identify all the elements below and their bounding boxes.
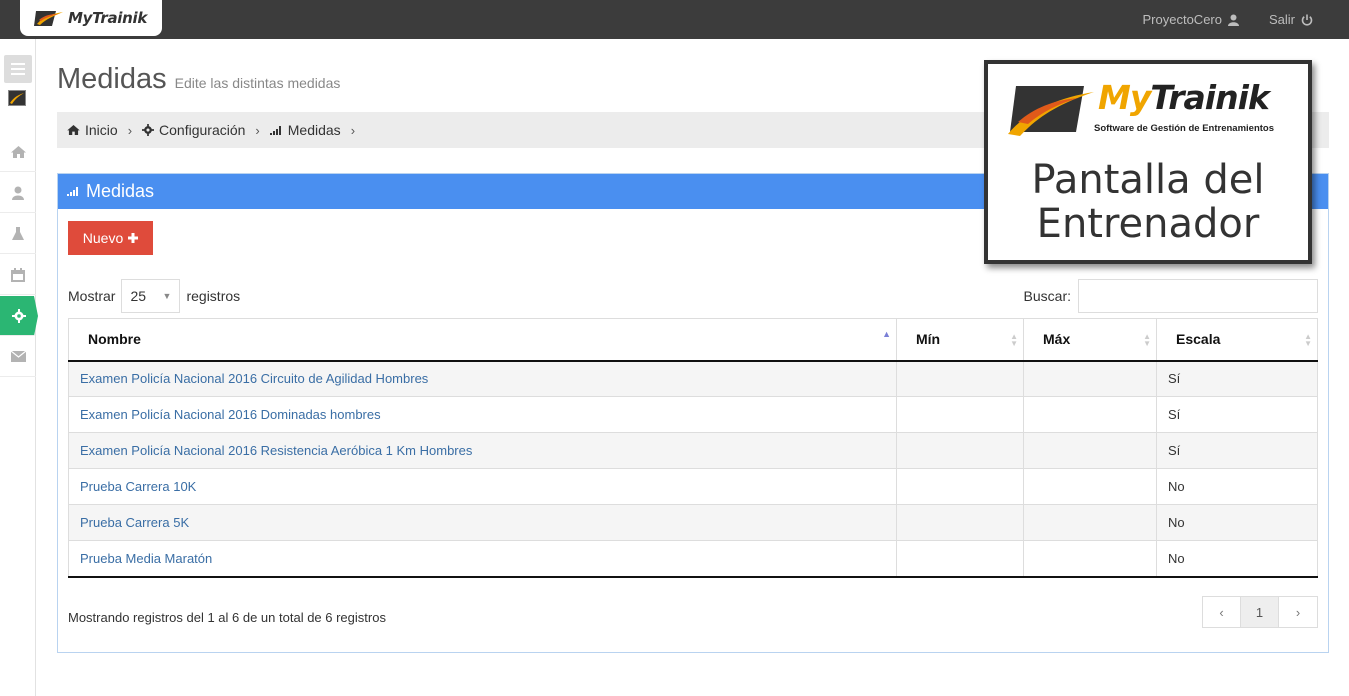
min-cell xyxy=(896,360,1024,397)
user-icon xyxy=(1227,14,1239,26)
page-subtitle: Edite las distintas medidas xyxy=(174,75,341,91)
min-cell xyxy=(896,396,1024,433)
mytrainik-logo-icon xyxy=(1008,86,1094,136)
signal-bars-icon xyxy=(269,125,281,135)
page-length-select[interactable]: 25 ▼ xyxy=(121,279,181,313)
calendar-icon xyxy=(11,267,25,282)
previous-page-button[interactable]: ‹ xyxy=(1203,597,1241,627)
logout-link[interactable]: Salir xyxy=(1269,12,1313,27)
search-control: Buscar: xyxy=(1024,279,1318,313)
sidebar-item-tests[interactable] xyxy=(0,214,36,254)
sidebar-logo-icon xyxy=(8,90,26,106)
top-bar: MyTrainik ProyectoCero Salir xyxy=(0,0,1349,39)
page-title: Medidas xyxy=(57,63,167,95)
show-label: Mostrar xyxy=(68,288,116,304)
flask-icon xyxy=(12,226,24,240)
column-header-max[interactable]: Máx ▲ ▼ xyxy=(1023,318,1157,362)
logout-label: Salir xyxy=(1268,12,1295,27)
power-icon xyxy=(1301,14,1313,26)
sidebar-item-calendar[interactable] xyxy=(0,255,36,295)
table-row: Examen Policía Nacional 2016 Circuito de… xyxy=(68,360,1318,397)
overlay-title: Pantalla del Entrenador xyxy=(1031,157,1265,247)
records-label: registros xyxy=(186,288,241,304)
search-label: Buscar: xyxy=(1023,288,1071,304)
measure-link[interactable]: Prueba Media Maratón xyxy=(80,551,212,566)
breadcrumb-separator: › xyxy=(350,122,356,138)
promo-overlay: MyTrainik Software de Gestión de Entrena… xyxy=(984,60,1312,264)
sidebar xyxy=(0,39,38,696)
page-button-1[interactable]: 1 xyxy=(1241,597,1279,627)
measure-link[interactable]: Examen Policía Nacional 2016 Dominadas h… xyxy=(80,407,381,422)
column-header-min[interactable]: Mín ▲ ▼ xyxy=(896,318,1024,362)
overlay-tagline: Software de Gestión de Entrenamientos xyxy=(1094,123,1275,134)
measure-link[interactable]: Examen Policía Nacional 2016 Circuito de… xyxy=(80,371,428,386)
max-cell xyxy=(1023,540,1157,578)
page-length-control: Mostrar 25 ▼ registros xyxy=(68,279,240,313)
pagination: ‹ 1 › xyxy=(1202,596,1318,628)
sidebar-item-messages[interactable] xyxy=(0,337,36,377)
sort-icon: ▲ ▼ xyxy=(1010,332,1018,348)
measures-table: Nombre ▲ Mín ▲ ▼ Máx ▲ ▼ Escala ▲ ▼ Exam… xyxy=(68,318,1318,578)
sort-ascending-icon: ▲ xyxy=(882,329,891,339)
logo-text: MyTrainik xyxy=(68,9,148,27)
user-name: ProyectoCero xyxy=(1142,12,1222,27)
measure-link[interactable]: Prueba Carrera 10K xyxy=(80,479,196,494)
scale-cell: Sí xyxy=(1156,432,1318,469)
plus-icon xyxy=(128,233,139,243)
scale-cell: No xyxy=(1156,540,1318,578)
table-row: Examen Policía Nacional 2016 Dominadas h… xyxy=(68,396,1318,433)
new-button[interactable]: Nuevo xyxy=(68,221,153,255)
app-logo[interactable]: MyTrainik xyxy=(20,0,162,36)
chevron-down-icon: ▼ xyxy=(162,291,172,301)
table-row: Prueba Carrera 5K No xyxy=(68,504,1318,541)
sidebar-toggle-button[interactable] xyxy=(4,55,32,83)
envelope-icon xyxy=(10,351,26,362)
measure-link[interactable]: Examen Policía Nacional 2016 Resistencia… xyxy=(80,443,472,458)
scale-cell: No xyxy=(1156,504,1318,541)
next-page-button[interactable]: › xyxy=(1279,597,1317,627)
breadcrumb-measures[interactable]: Medidas xyxy=(269,122,341,138)
sidebar-item-home[interactable] xyxy=(0,132,36,172)
page-header: Medidas Edite las distintas medidas xyxy=(57,63,340,96)
overlay-brand: MyTrainik xyxy=(1098,78,1270,117)
table-row: Prueba Carrera 10K No xyxy=(68,468,1318,505)
max-cell xyxy=(1023,468,1157,505)
column-header-escala[interactable]: Escala ▲ ▼ xyxy=(1156,318,1318,362)
mytrainik-logo-icon xyxy=(34,11,63,26)
home-icon xyxy=(67,125,80,135)
search-input[interactable] xyxy=(1078,279,1318,313)
max-cell xyxy=(1023,504,1157,541)
scale-cell: Sí xyxy=(1156,360,1318,397)
min-cell xyxy=(896,504,1024,541)
sort-icon: ▲ ▼ xyxy=(1143,332,1151,348)
scale-cell: Sí xyxy=(1156,396,1318,433)
sidebar-item-settings[interactable] xyxy=(0,296,38,336)
min-cell xyxy=(896,468,1024,505)
breadcrumb-home[interactable]: Inicio xyxy=(67,122,118,138)
breadcrumb-separator: › xyxy=(127,122,133,138)
user-icon xyxy=(12,186,24,200)
max-cell xyxy=(1023,432,1157,469)
sort-icon: ▲ ▼ xyxy=(1304,332,1312,348)
breadcrumb-settings[interactable]: Configuración xyxy=(142,122,245,138)
table-info: Mostrando registros del 1 al 6 de un tot… xyxy=(68,610,386,625)
gear-icon xyxy=(12,308,26,323)
home-icon xyxy=(10,145,26,158)
user-menu[interactable]: ProyectoCero xyxy=(1143,12,1239,27)
max-cell xyxy=(1023,360,1157,397)
signal-bars-icon xyxy=(67,187,78,196)
scale-cell: No xyxy=(1156,468,1318,505)
gear-icon xyxy=(142,124,155,136)
max-cell xyxy=(1023,396,1157,433)
column-header-nombre[interactable]: Nombre ▲ xyxy=(68,318,897,362)
table-row: Prueba Media Maratón No xyxy=(68,540,1318,578)
min-cell xyxy=(896,540,1024,578)
min-cell xyxy=(896,432,1024,469)
panel-title: Medidas xyxy=(86,181,155,201)
measure-link[interactable]: Prueba Carrera 5K xyxy=(80,515,189,530)
table-row: Examen Policía Nacional 2016 Resistencia… xyxy=(68,432,1318,469)
breadcrumb-separator: › xyxy=(255,122,260,138)
sidebar-item-users[interactable] xyxy=(0,173,36,213)
